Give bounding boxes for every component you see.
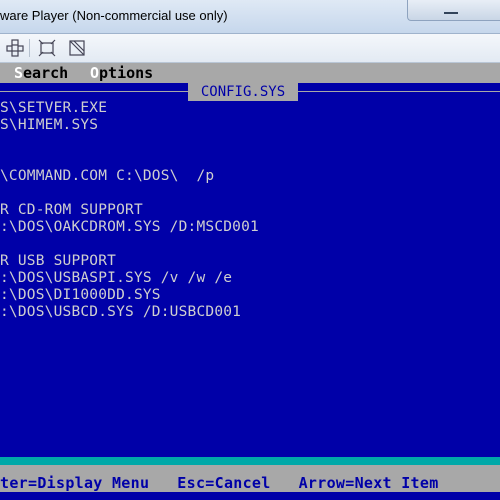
dos-menu-bar: Search Options (0, 63, 500, 83)
menu-search[interactable]: Search (14, 62, 68, 84)
status-bar-text: ter=Display Menu Esc=Cancel Arrow=Next I… (0, 474, 439, 492)
dos-edit-screen[interactable]: Search Options CONFIG.SYS S\SETVER.EXE S… (0, 63, 500, 500)
status-bar-bottom-stripe (0, 492, 500, 500)
move-icon[interactable] (6, 39, 24, 57)
code-line[interactable]: :\DOS\USBASPI.SYS /v /w /e (0, 270, 232, 287)
window-title-bar[interactable]: ware Player (Non-commercial use only) (0, 0, 500, 34)
status-bar-top-stripe (0, 457, 500, 465)
fullscreen-icon[interactable] (38, 39, 56, 57)
code-line[interactable]: :\DOS\DI1000DD.SYS (0, 287, 161, 304)
code-line[interactable]: :\DOS\OAKCDROM.SYS /D:MSCD001 (0, 219, 259, 236)
code-line[interactable]: :\DOS\USBCD.SYS /D:USBCD001 (0, 304, 241, 321)
code-line[interactable]: S\SETVER.EXE (0, 100, 107, 117)
frame-border-right (298, 91, 500, 92)
unity-icon[interactable] (68, 39, 86, 57)
code-line[interactable]: R USB SUPPORT (0, 253, 116, 270)
status-bar: ter=Display Menu Esc=Cancel Arrow=Next I… (0, 457, 500, 500)
window-title: ware Player (Non-commercial use only) (0, 8, 228, 23)
toolbar-separator (29, 39, 30, 57)
code-line[interactable]: R CD-ROM SUPPORT (0, 202, 143, 219)
frame-border-left (0, 91, 188, 92)
menu-options[interactable]: Options (90, 62, 153, 84)
minimize-button[interactable] (407, 0, 500, 21)
file-title: CONFIG.SYS (188, 83, 298, 101)
player-toolbar (0, 34, 500, 63)
minimize-icon (444, 12, 458, 14)
code-line[interactable]: S\HIMEM.SYS (0, 117, 98, 134)
code-line[interactable]: \COMMAND.COM C:\DOS\ /p (0, 168, 214, 185)
